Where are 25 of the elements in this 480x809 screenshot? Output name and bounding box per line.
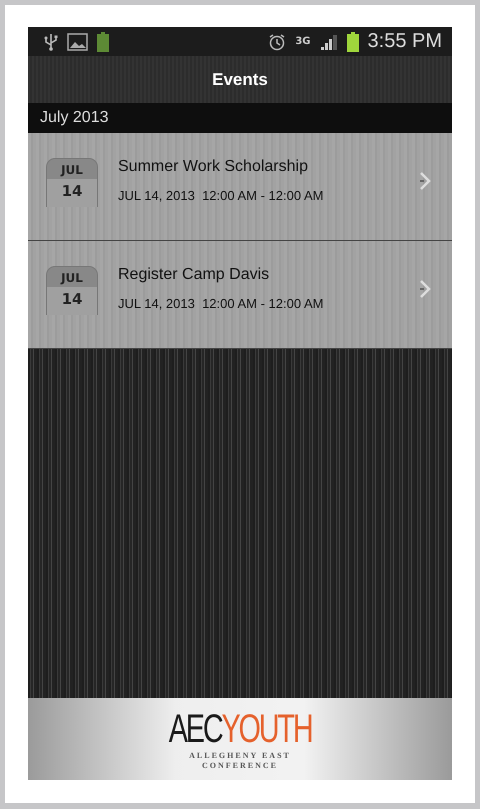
calendar-month: JUL [61, 162, 83, 179]
logo-text: AECYOUTH [168, 707, 312, 751]
clock-time: 3:55 PM [368, 30, 442, 53]
usb-icon [44, 32, 58, 50]
calendar-month: JUL [61, 270, 83, 287]
event-title: Register Camp Davis [118, 266, 270, 284]
screen-title: Events [212, 70, 268, 90]
logo-subtitle: CONFERENCE [202, 761, 278, 771]
network-type: 3G [295, 36, 311, 47]
signal-icon [320, 34, 338, 50]
event-title: Summer Work Scholarship [118, 158, 309, 176]
calendar-day: 14 [62, 182, 82, 200]
section-title: July 2013 [40, 109, 108, 127]
alarm-clock-icon [268, 32, 286, 50]
calendar-day: 14 [62, 290, 82, 308]
image-icon [67, 32, 88, 50]
event-row[interactable]: JUL 14 Register Camp Davis JUL 14, 2013 12:00 AM - 12:00 AM [28, 241, 452, 349]
event-row[interactable]: JUL 14 Summer Work Scholarship JUL 14, 2013 12:00 AM - 12:00 AM [28, 133, 452, 241]
event-date: JUL 14, 2013 12:00 AM - 12:00 AM [118, 188, 324, 203]
chevron-icon [418, 278, 432, 300]
logo-subtitle: ALLEGHENY EAST [189, 751, 291, 761]
chevron-icon [418, 170, 432, 192]
event-date: JUL 14, 2013 12:00 AM - 12:00 AM [118, 296, 324, 311]
battery-icon [97, 32, 109, 52]
battery-icon [346, 32, 359, 52]
